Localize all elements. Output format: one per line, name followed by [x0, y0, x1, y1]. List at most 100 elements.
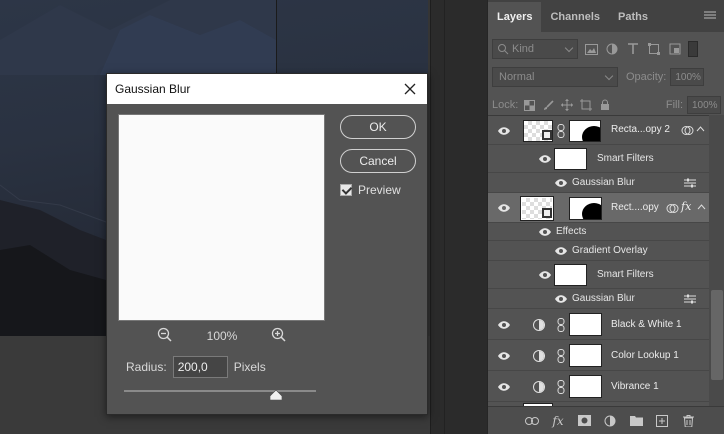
shape-filter-icon[interactable]: [646, 41, 662, 57]
fx-icon[interactable]: fx: [681, 200, 691, 213]
preview-checkbox-row[interactable]: Preview: [340, 183, 401, 197]
layer-row[interactable]: Color Lookup 1: [488, 340, 709, 371]
visibility-eye-icon[interactable]: [538, 227, 552, 237]
smart-filter-mask-thumbnail[interactable]: [554, 148, 587, 170]
effects-row[interactable]: Effects: [488, 223, 709, 241]
preview-label: Preview: [358, 183, 401, 197]
visibility-eye-icon[interactable]: [538, 270, 552, 280]
layers-list: Recta...opy 2 Smart Filters Gaussian Blu…: [488, 115, 709, 409]
canvas-vertical-scrollbar[interactable]: [430, 0, 444, 434]
blend-row: Normal Opacity: 100%: [492, 67, 721, 87]
visibility-eye-icon[interactable]: [497, 126, 511, 136]
tab-layers[interactable]: Layers: [488, 2, 542, 32]
lock-position-move-icon[interactable]: [559, 97, 575, 113]
layers-scroll-thumb[interactable]: [711, 290, 723, 380]
panel-menu-icon[interactable]: [704, 11, 716, 24]
link-chain-icon[interactable]: [557, 380, 565, 394]
layer-row-selected[interactable]: Rect....opy fx: [488, 193, 709, 223]
lock-row: Lock: Fill: 100%: [492, 95, 721, 115]
smart-filter-icon: [666, 204, 679, 213]
layer-mask-thumbnail[interactable]: [569, 375, 602, 398]
opacity-label: Opacity:: [626, 71, 667, 83]
layer-mask-thumbnail[interactable]: [569, 120, 601, 142]
layer-name[interactable]: Vibrance 1: [611, 381, 659, 392]
image-filter-icon[interactable]: [583, 41, 599, 57]
smart-filter-icon: [681, 126, 694, 135]
new-layer-icon[interactable]: [655, 414, 669, 428]
smart-object-badge-icon: [542, 208, 552, 218]
collapse-chevron-icon[interactable]: [697, 204, 706, 210]
zoom-in-icon[interactable]: [271, 327, 287, 346]
smart-object-filter-icon[interactable]: [667, 41, 683, 57]
filter-options-icon[interactable]: [684, 294, 696, 304]
trash-icon[interactable]: [681, 414, 695, 428]
layer-name[interactable]: Color Lookup 1: [611, 350, 679, 361]
layer-mask-thumbnail[interactable]: [569, 313, 602, 336]
filter-effect-row[interactable]: Gaussian Blur: [488, 289, 709, 309]
dialog-titlebar[interactable]: Gaussian Blur: [107, 74, 427, 104]
blend-mode-label: Normal: [499, 71, 535, 83]
gaussian-blur-dialog: Gaussian Blur OK Cancel Preview 100% Rad…: [106, 73, 428, 415]
layer-mask-thumbnail[interactable]: [569, 344, 602, 367]
visibility-eye-icon[interactable]: [497, 351, 511, 361]
radius-input[interactable]: 200,0: [172, 356, 228, 378]
radius-slider-track[interactable]: [124, 390, 316, 392]
tab-channels[interactable]: Channels: [541, 2, 609, 32]
link-chain-icon[interactable]: [557, 318, 565, 332]
lock-all-icon[interactable]: [597, 97, 613, 113]
layer-row[interactable]: Recta...opy 2: [488, 116, 709, 145]
panel-tabbar: Layers Channels Paths: [488, 0, 724, 32]
layer-mask-thumbnail[interactable]: [569, 197, 602, 220]
layer-row[interactable]: Vibrance 1: [488, 371, 709, 402]
fx-icon[interactable]: fx: [551, 414, 565, 428]
ok-button[interactable]: OK: [340, 115, 416, 139]
layer-row[interactable]: Black & White 1: [488, 309, 709, 340]
visibility-eye-icon[interactable]: [497, 320, 511, 330]
filter-kind-select[interactable]: Kind: [492, 39, 578, 59]
new-adjustment-layer-icon[interactable]: [603, 414, 617, 428]
opacity-field[interactable]: 100%: [670, 68, 705, 86]
type-filter-icon[interactable]: [625, 41, 641, 57]
link-chain-icon[interactable]: [557, 349, 565, 363]
smart-object-badge-icon: [542, 130, 552, 140]
filter-options-icon[interactable]: [684, 178, 696, 188]
smart-filter-mask-thumbnail[interactable]: [554, 264, 587, 286]
zoom-out-icon[interactable]: [157, 327, 173, 346]
adjustment-filter-icon[interactable]: [604, 41, 620, 57]
layer-name[interactable]: Black & White 1: [611, 319, 682, 330]
blend-mode-select[interactable]: Normal: [492, 67, 618, 87]
visibility-eye-icon[interactable]: [497, 382, 511, 392]
new-group-folder-icon[interactable]: [629, 414, 643, 428]
smart-filters-label: Smart Filters: [597, 153, 654, 164]
smart-filters-row[interactable]: Smart Filters: [488, 261, 709, 289]
layer-name[interactable]: Rect....opy: [611, 202, 659, 213]
lock-transparent-icon[interactable]: [521, 97, 537, 113]
zoom-controls: 100%: [157, 327, 287, 345]
visibility-eye-icon[interactable]: [497, 203, 511, 213]
visibility-eye-icon[interactable]: [554, 178, 568, 188]
filter-kind-label: Kind: [512, 43, 535, 55]
cancel-button[interactable]: Cancel: [340, 149, 416, 173]
visibility-eye-icon[interactable]: [554, 246, 568, 256]
lock-artboard-icon[interactable]: [578, 97, 594, 113]
fill-field[interactable]: 100%: [687, 96, 721, 114]
filter-effect-row[interactable]: Gaussian Blur: [488, 173, 709, 193]
effect-row[interactable]: Gradient Overlay: [488, 241, 709, 261]
link-layers-icon[interactable]: [525, 414, 539, 428]
close-icon[interactable]: [399, 78, 421, 100]
dialog-title: Gaussian Blur: [115, 82, 191, 96]
add-mask-icon[interactable]: [577, 414, 591, 428]
layer-name[interactable]: Recta...opy 2: [611, 124, 670, 135]
visibility-eye-icon[interactable]: [554, 294, 568, 304]
tab-paths[interactable]: Paths: [609, 2, 657, 32]
visibility-eye-icon[interactable]: [538, 154, 552, 164]
lock-image-brush-icon[interactable]: [540, 97, 556, 113]
blur-preview[interactable]: [118, 114, 325, 321]
filter-toggle-switch[interactable]: [688, 41, 698, 57]
link-chain-icon[interactable]: [557, 124, 565, 138]
smart-filters-label: Smart Filters: [597, 269, 654, 280]
smart-filters-row[interactable]: Smart Filters: [488, 145, 709, 173]
radius-unit: Pixels: [233, 360, 266, 374]
collapse-chevron-icon[interactable]: [696, 126, 705, 132]
preview-checkbox[interactable]: [340, 184, 352, 196]
